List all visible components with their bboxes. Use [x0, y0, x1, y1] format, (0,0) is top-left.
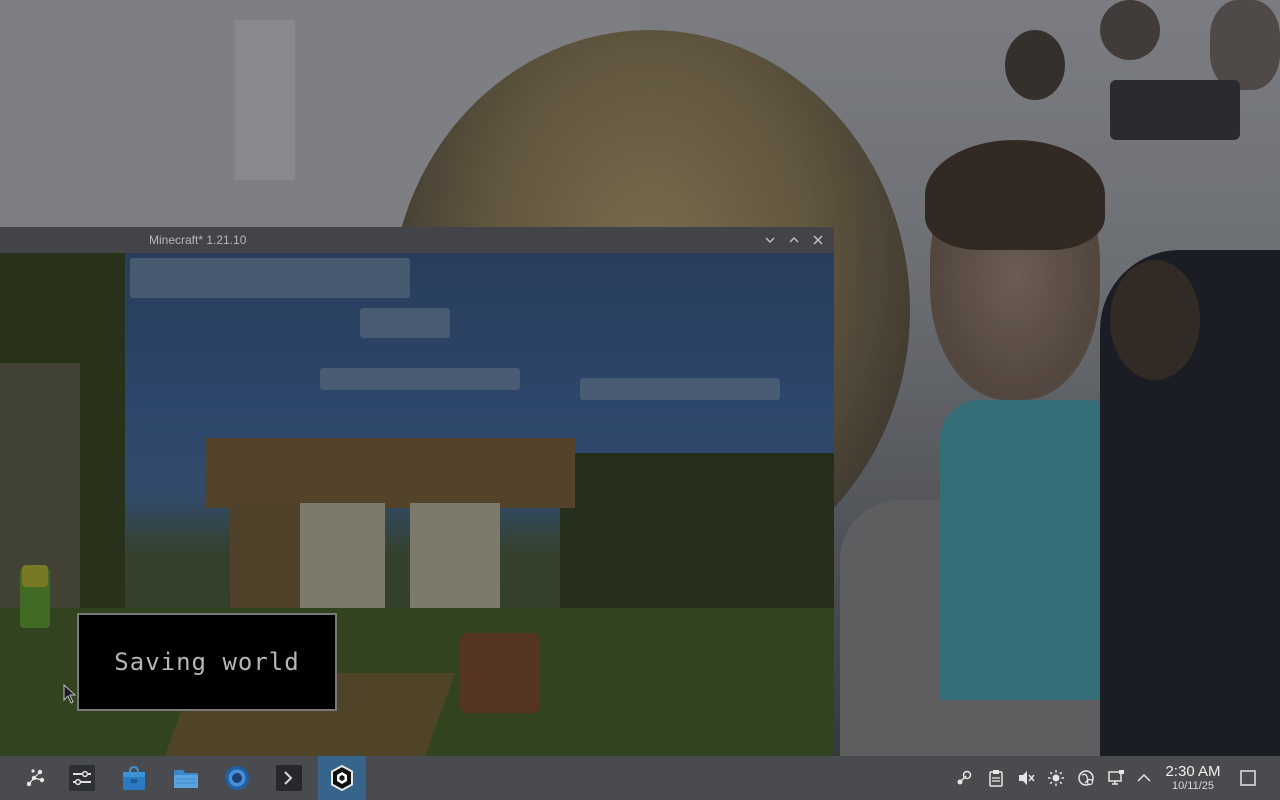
network-icon: [1078, 770, 1094, 786]
wallpaper-phone: [1110, 80, 1240, 140]
clock-date: 10/11/25: [1171, 780, 1214, 792]
wallpaper-crowd-head: [1210, 0, 1280, 90]
mouse-cursor-icon: [63, 684, 77, 704]
tray-expand[interactable]: [1133, 766, 1155, 790]
close-icon: [813, 235, 823, 245]
clock-time: 2:30 AM: [1165, 763, 1221, 780]
taskbar: 2:30 AM 10/11/25: [0, 756, 1280, 800]
taskbar-clock[interactable]: 2:30 AM 10/11/25: [1160, 763, 1226, 793]
game-viewport[interactable]: Saving world: [0, 253, 834, 756]
store-icon: [123, 765, 145, 790]
show-desktop-button[interactable]: [1237, 766, 1259, 790]
game-house-wall: [230, 503, 300, 613]
taskbar-store[interactable]: [110, 756, 158, 800]
browser-icon: [225, 766, 249, 790]
tray-steam[interactable]: [953, 766, 975, 790]
game-cloud: [320, 368, 520, 390]
taskbar-system-settings[interactable]: [58, 756, 106, 800]
show-desktop-icon: [1240, 770, 1256, 786]
minecraft-window[interactable]: Minecraft* 1.21.10 Saving world: [0, 227, 834, 756]
taskbar-minecraft[interactable]: [318, 756, 366, 800]
terminal-icon: [276, 765, 302, 791]
file-manager-icon: [174, 770, 198, 788]
wallpaper-window: [235, 20, 295, 180]
clipboard-icon: [989, 770, 1003, 787]
app-launcher-icon: [26, 769, 45, 787]
game-villager-head: [22, 565, 48, 587]
display-icon: [1108, 770, 1124, 785]
close-button[interactable]: [808, 230, 828, 250]
game-house-roof: [205, 438, 575, 508]
wallpaper-person-face: [1110, 260, 1200, 380]
steam-icon: [957, 770, 972, 785]
wallpaper-crowd-head: [1005, 30, 1065, 100]
saving-world-toast: Saving world: [77, 613, 337, 711]
game-cloud: [130, 258, 410, 298]
volume-muted-icon: [1019, 771, 1035, 785]
game-house-wall: [300, 503, 385, 618]
tray-brightness[interactable]: [1045, 766, 1067, 790]
toast-text: Saving world: [114, 648, 300, 676]
game-house-wall: [410, 503, 500, 618]
maximize-button[interactable]: [784, 230, 804, 250]
minimize-button[interactable]: [760, 230, 780, 250]
game-cloud: [580, 378, 780, 400]
tray-network[interactable]: [1075, 766, 1097, 790]
window-titlebar[interactable]: Minecraft* 1.21.10: [0, 227, 834, 253]
taskbar-browser[interactable]: [213, 756, 261, 800]
chevron-down-icon: [765, 237, 775, 243]
minecraft-icon: [331, 764, 353, 792]
game-hills: [560, 453, 834, 613]
app-launcher-button[interactable]: [10, 756, 58, 800]
tray-clipboard[interactable]: [985, 766, 1007, 790]
taskbar-file-manager[interactable]: [162, 756, 210, 800]
game-flowers: [460, 633, 540, 713]
system-settings-icon: [69, 765, 95, 791]
wallpaper-hair: [925, 140, 1105, 250]
game-cloud: [360, 308, 450, 338]
tray-volume[interactable]: [1015, 766, 1037, 790]
window-title: Minecraft* 1.21.10: [149, 233, 247, 247]
chevron-up-icon: [789, 237, 799, 243]
taskbar-terminal[interactable]: [265, 756, 313, 800]
wallpaper-crowd-head: [1100, 0, 1160, 60]
chevron-up-icon: [1137, 773, 1151, 782]
tray-display[interactable]: [1105, 766, 1127, 790]
brightness-icon: [1048, 770, 1064, 786]
